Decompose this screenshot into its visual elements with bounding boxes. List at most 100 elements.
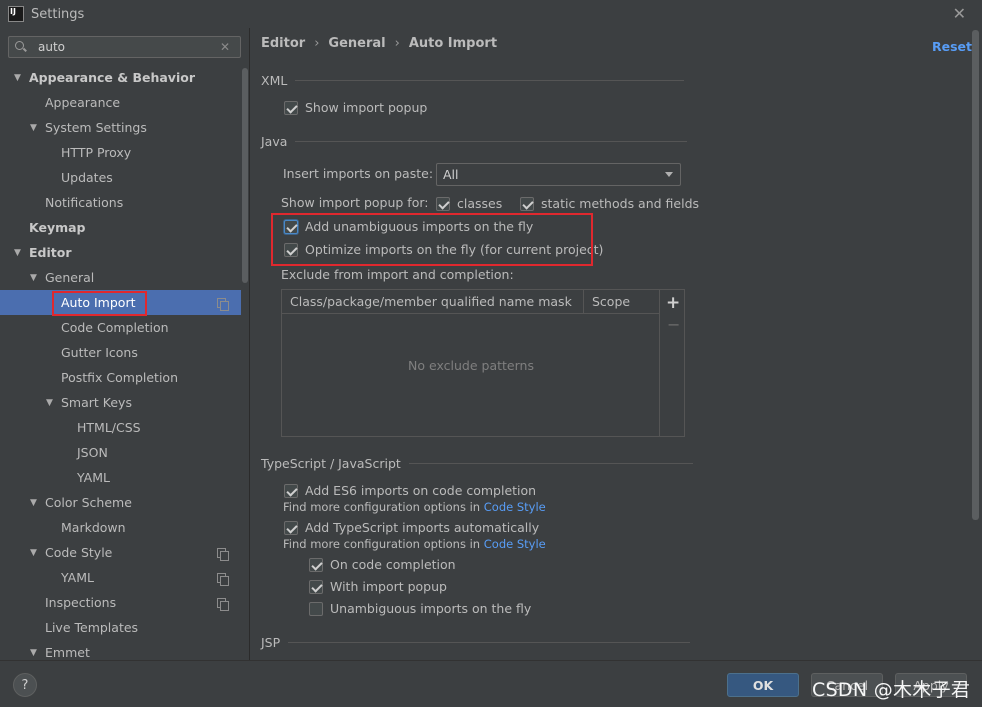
section-divider: [288, 642, 691, 643]
tree-item-label: Keymap: [29, 220, 86, 235]
tree-item-color-scheme[interactable]: ▼ Color Scheme: [0, 490, 241, 515]
es6-imports-label: Add ES6 imports on code completion: [305, 483, 537, 498]
ts-auto-import-label: Add TypeScript imports automatically: [305, 520, 540, 535]
tree-item-emmet[interactable]: ▼ Emmet: [0, 640, 241, 660]
tree-item-html-css[interactable]: HTML/CSS: [0, 415, 241, 440]
tree-item-smart-keys[interactable]: ▼ Smart Keys: [0, 390, 241, 415]
static-methods-label: static methods and fields: [541, 196, 700, 211]
expand-arrow-icon[interactable]: ▼: [14, 248, 24, 258]
sidebar-scrollbar[interactable]: [242, 68, 248, 283]
search-icon: [12, 37, 32, 57]
show-import-popup-label: Show import popup: [305, 100, 428, 115]
section-divider: [295, 141, 688, 142]
expand-arrow-icon[interactable]: ▼: [46, 398, 56, 408]
xml-section-title: XML: [261, 73, 288, 88]
code-style-link[interactable]: Code Style: [484, 500, 546, 514]
typescript-section-title: TypeScript / JavaScript: [261, 456, 401, 471]
tree-item-label: System Settings: [45, 120, 147, 135]
expand-arrow-icon[interactable]: ▼: [30, 123, 40, 133]
on-code-completion-checkbox[interactable]: [309, 557, 323, 572]
project-settings-icon: [217, 572, 229, 586]
tree-item-label: Markdown: [61, 520, 126, 535]
expand-arrow-icon[interactable]: ▼: [30, 548, 40, 558]
jsp-section-title: JSP: [261, 635, 281, 650]
unambiguous-ts-checkbox[interactable]: [309, 601, 323, 616]
tree-item-label: YAML: [61, 570, 94, 585]
search-box[interactable]: ✕: [8, 36, 241, 58]
with-import-popup-option[interactable]: With import popup: [309, 579, 447, 594]
tree-item-editor[interactable]: ▼ Editor: [0, 240, 241, 265]
code-style-link[interactable]: Code Style: [484, 537, 546, 551]
content-scrollbar[interactable]: [972, 30, 979, 520]
tree-item-label: Updates: [61, 170, 113, 185]
show-import-popup-checkbox[interactable]: [284, 100, 298, 115]
breadcrumb-general: General: [328, 36, 386, 51]
java-section-header: Java: [261, 134, 688, 149]
ts-auto-import-option[interactable]: Add TypeScript imports automatically: [284, 520, 539, 535]
expand-arrow-icon[interactable]: ▼: [30, 498, 40, 508]
on-code-completion-option[interactable]: On code completion: [309, 557, 456, 572]
breadcrumb-editor: Editor: [261, 36, 306, 51]
tree-item-appearance[interactable]: Appearance: [0, 90, 241, 115]
tree-item-http-proxy[interactable]: HTTP Proxy: [0, 140, 241, 165]
remove-icon[interactable]: −: [667, 315, 680, 334]
tree-item-live-templates[interactable]: Live Templates: [0, 615, 241, 640]
tree-item-json[interactable]: JSON: [0, 440, 241, 465]
classes-option[interactable]: classes: [436, 196, 502, 211]
expand-arrow-icon[interactable]: ▼: [30, 648, 40, 658]
breadcrumb: Editor › General › Auto Import: [261, 36, 497, 51]
classes-label: classes: [457, 196, 503, 211]
java-section-title: Java: [261, 134, 288, 149]
section-divider: [295, 80, 685, 81]
tree-item-general[interactable]: ▼ General: [0, 265, 241, 290]
tree-item-system-settings[interactable]: ▼ System Settings: [0, 115, 241, 140]
column-header-mask[interactable]: Class/package/member qualified name mask: [282, 290, 584, 313]
tree-item-code-completion[interactable]: Code Completion: [0, 315, 241, 340]
tree-item-label: Color Scheme: [45, 495, 132, 510]
classes-checkbox[interactable]: [436, 196, 450, 211]
static-methods-checkbox[interactable]: [520, 196, 534, 211]
show-import-popup-option[interactable]: Show import popup: [284, 100, 427, 115]
add-icon[interactable]: +: [666, 293, 680, 313]
tree-item-keymap[interactable]: Keymap: [0, 215, 241, 240]
jsp-section-header: JSP: [261, 635, 691, 650]
tree-item-postfix-completion[interactable]: Postfix Completion: [0, 365, 241, 390]
tree-item-appearance-behavior[interactable]: ▼ Appearance & Behavior: [0, 65, 241, 90]
on-code-completion-label: On code completion: [330, 557, 456, 572]
close-icon[interactable]: ✕: [953, 4, 966, 23]
tree-item-markdown[interactable]: Markdown: [0, 515, 241, 540]
tree-item-label: Code Style: [45, 545, 113, 560]
project-settings-icon: [217, 547, 229, 561]
more-options-text-2: Find more configuration options in Code …: [283, 537, 546, 551]
column-header-scope[interactable]: Scope: [584, 290, 660, 313]
static-methods-option[interactable]: static methods and fields: [520, 196, 699, 211]
tree-item-yaml[interactable]: YAML: [0, 465, 241, 490]
ts-auto-import-checkbox[interactable]: [284, 520, 298, 535]
expand-arrow-icon[interactable]: ▼: [14, 73, 24, 83]
tree-item-gutter-icons[interactable]: Gutter Icons: [0, 340, 241, 365]
tree-item-updates[interactable]: Updates: [0, 165, 241, 190]
project-settings-icon: [217, 297, 229, 311]
insert-imports-dropdown[interactable]: All: [436, 163, 681, 186]
es6-imports-checkbox[interactable]: [284, 483, 298, 498]
unambiguous-ts-option[interactable]: Unambiguous imports on the fly: [309, 601, 531, 616]
tree-item-label: General: [45, 270, 95, 285]
es6-imports-option[interactable]: Add ES6 imports on code completion: [284, 483, 536, 498]
ok-button[interactable]: OK: [727, 673, 799, 697]
tree-item-yaml[interactable]: YAML: [0, 565, 241, 590]
clear-search-icon[interactable]: ✕: [220, 40, 236, 54]
more-options-prefix: Find more configuration options in: [283, 500, 481, 514]
exclude-table-header: Class/package/member qualified name mask…: [282, 290, 660, 314]
tree-item-code-style[interactable]: ▼ Code Style: [0, 540, 241, 565]
search-input[interactable]: [38, 40, 220, 54]
tree-item-notifications[interactable]: Notifications: [0, 190, 241, 215]
tree-item-inspections[interactable]: Inspections: [0, 590, 241, 615]
reset-link[interactable]: Reset: [932, 39, 972, 54]
breadcrumb-separator-icon: ›: [314, 36, 320, 51]
exclude-label: Exclude from import and completion:: [281, 267, 514, 282]
expand-arrow-icon[interactable]: ▼: [30, 273, 40, 283]
help-button[interactable]: ?: [13, 673, 37, 697]
tree-item-label: Notifications: [45, 195, 124, 210]
breadcrumb-auto-import: Auto Import: [408, 36, 498, 51]
with-import-popup-checkbox[interactable]: [309, 579, 323, 594]
